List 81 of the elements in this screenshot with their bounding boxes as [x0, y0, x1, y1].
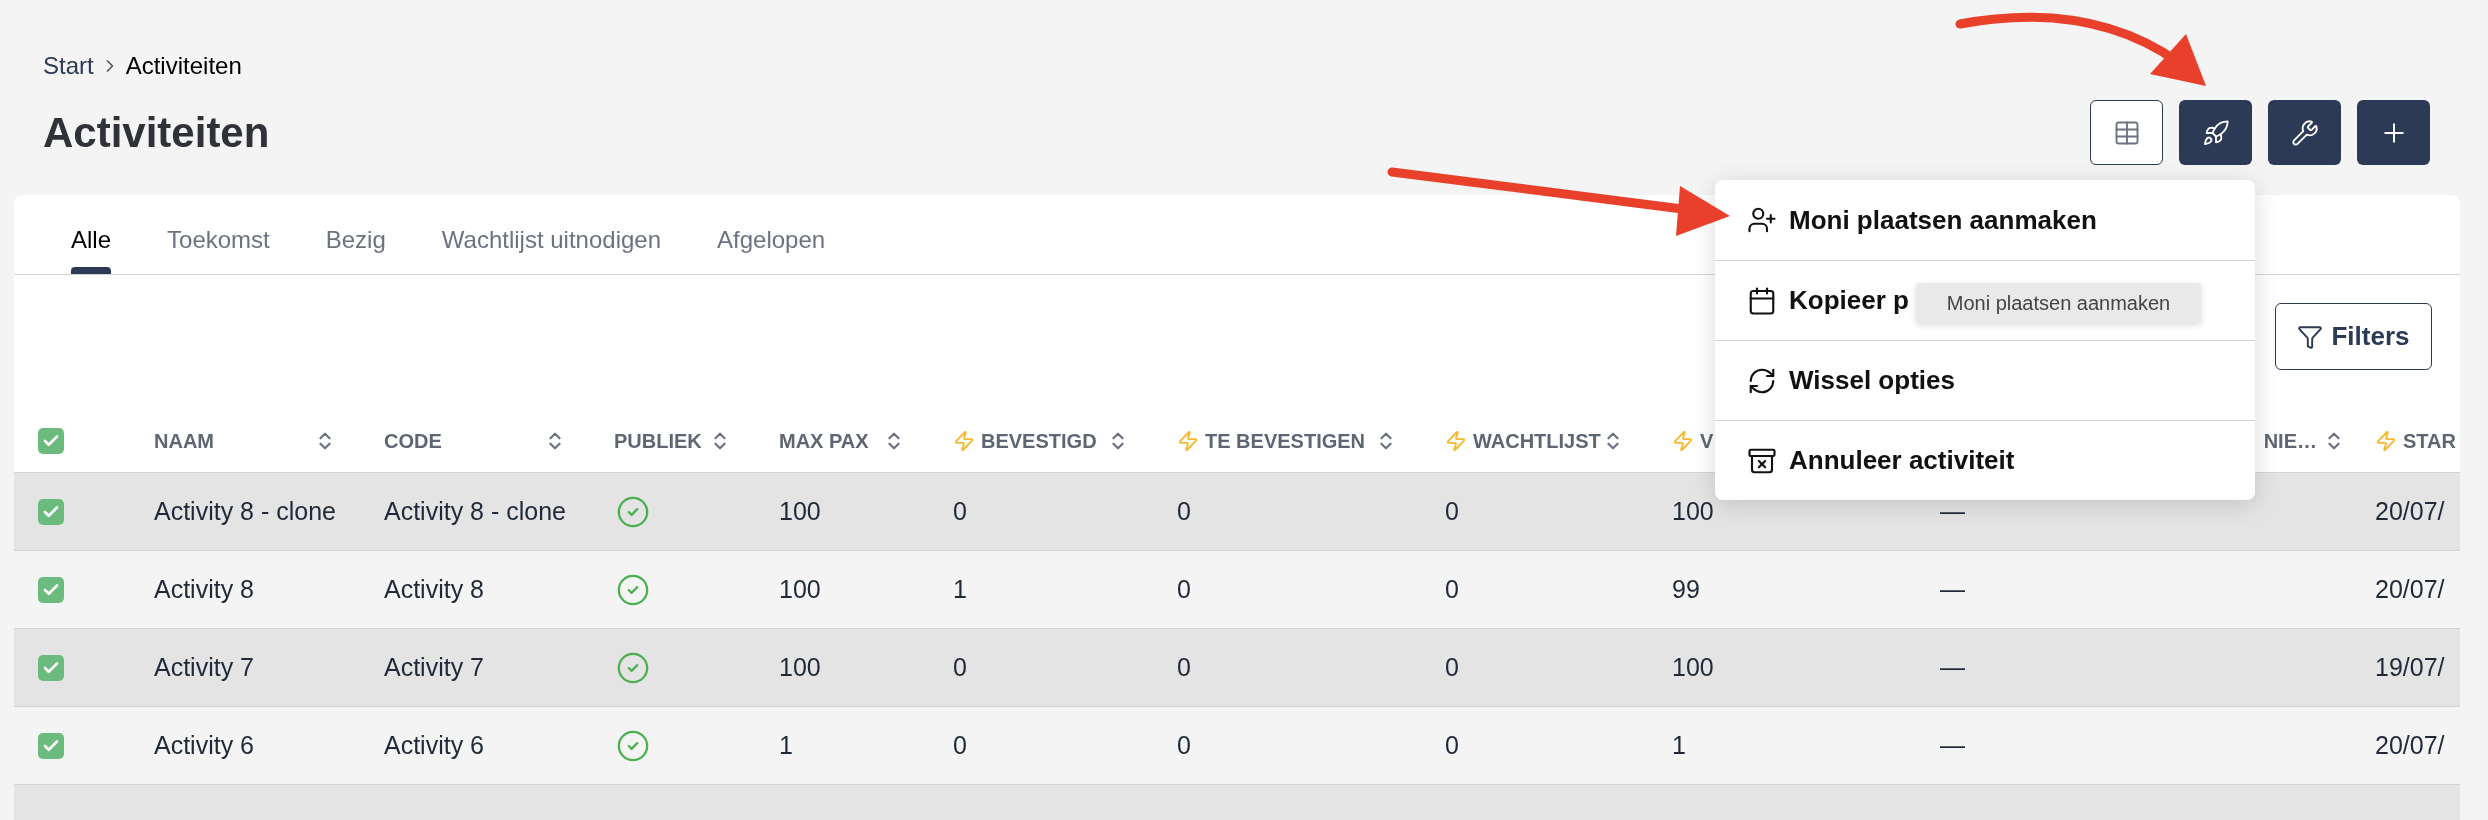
- table-cell: 100: [779, 496, 821, 525]
- column-header[interactable]: NAAM: [154, 426, 336, 456]
- table-cell: 0: [953, 652, 967, 681]
- table-cell: 0: [953, 496, 967, 525]
- menu-item[interactable]: Moni plaatsen aanmaken: [1715, 180, 2255, 260]
- page-title: Activiteiten: [43, 108, 270, 158]
- table-view-button[interactable]: [2090, 100, 2163, 165]
- wrench-icon: [2290, 118, 2319, 147]
- table-cell: 0: [1445, 574, 1459, 603]
- table-cell: Activity 8 - clone: [154, 496, 336, 525]
- lightning-icon: [1445, 430, 1467, 452]
- rocket-icon: [2201, 118, 2230, 147]
- tab[interactable]: Alle: [43, 200, 140, 274]
- column-header[interactable]: CODE: [384, 426, 566, 456]
- table-cell: 0: [1177, 574, 1191, 603]
- table-cell: 19/07/: [2375, 652, 2445, 681]
- lightning-icon: [2375, 430, 2397, 452]
- table-cell: 1: [1672, 730, 1686, 759]
- table-cell: 0: [1177, 496, 1191, 525]
- table-cell: 20/07/: [2375, 730, 2445, 759]
- column-header[interactable]: V: [1672, 426, 1714, 456]
- column-header[interactable]: STAR: [2375, 426, 2456, 456]
- checkbox[interactable]: [38, 498, 64, 525]
- tooltip: Moni plaatsen aanmaken: [1916, 283, 2201, 323]
- column-header[interactable]: WACHTLIJST: [1445, 426, 1624, 456]
- lightning-icon: [1177, 430, 1199, 452]
- table-cell: Activity 6: [384, 730, 485, 759]
- lightning-icon: [953, 430, 975, 452]
- table-cell: 100: [779, 652, 821, 681]
- table-row[interactable]: Activity 6 Activity 6 1 0 0 0 1 — 20/07/: [14, 706, 2460, 784]
- breadcrumb-current: Activiteiten: [125, 51, 242, 81]
- lightning-icon: [1672, 430, 1694, 452]
- calendar-icon: [1747, 285, 1777, 316]
- tab[interactable]: Wachtlijst uitnodigen: [413, 200, 689, 274]
- table-cell: 1: [779, 730, 793, 759]
- tab[interactable]: Afgelopen: [689, 200, 854, 274]
- filter-icon: [2297, 323, 2324, 350]
- table-cell: 100: [1672, 652, 1714, 681]
- breadcrumb-link[interactable]: Start: [43, 48, 94, 84]
- table-cell: Activity 7: [384, 652, 485, 681]
- table-cell: 0: [1445, 730, 1459, 759]
- filters-button[interactable]: Filters: [2275, 303, 2432, 370]
- user-plus-icon: [1747, 205, 1777, 235]
- tab[interactable]: Bezig: [297, 200, 414, 274]
- table-cell: —: [1940, 574, 1965, 603]
- table-cell: Activity 6: [154, 730, 255, 759]
- menu-item[interactable]: Annuleer activiteit: [1715, 420, 2255, 500]
- tools-button[interactable]: [2268, 100, 2341, 165]
- tab[interactable]: Toekomst: [139, 200, 298, 274]
- table-cell: 0: [1177, 652, 1191, 681]
- checkbox[interactable]: [38, 576, 64, 603]
- column-header[interactable]: TE BEVESTIGEN: [1177, 426, 1397, 456]
- table-cell: —: [1940, 730, 1965, 759]
- checkbox[interactable]: [38, 428, 64, 454]
- table-cell: 0: [1445, 496, 1459, 525]
- table-row[interactable]: Activity 8 Activity 8 100 1 0 0 99 — 20/07/: [14, 550, 2460, 628]
- checkbox[interactable]: [38, 654, 64, 681]
- checkbox[interactable]: [38, 732, 64, 759]
- rocket-button[interactable]: [2179, 100, 2252, 165]
- table-cell: Activity 8 - clone: [384, 496, 566, 525]
- table-cell: Activity 8: [384, 574, 485, 603]
- column-header[interactable]: PUBLIEK: [614, 426, 731, 456]
- table-cell: Activity 8: [154, 574, 255, 603]
- table-cell: 0: [953, 730, 967, 759]
- menu-item[interactable]: Wissel opties: [1715, 340, 2255, 420]
- column-header[interactable]: BEVESTIGD: [953, 426, 1129, 456]
- table-row[interactable]: Activity 8 - clone Activity 8 - clone 100 0 0 0 100 — 20/07/: [14, 472, 2460, 550]
- table-cell: 20/07/: [2375, 574, 2445, 603]
- table-cell: 100: [779, 574, 821, 603]
- column-header[interactable]: MAX PAX: [779, 426, 905, 456]
- table-cell: 99: [1672, 574, 1700, 603]
- table-cell: Activity 7: [154, 652, 255, 681]
- table-cell: 100: [1672, 496, 1714, 525]
- table-cell: 20/07/: [2375, 496, 2445, 525]
- table-row[interactable]: Activity 7 Activity 7 100 0 0 0 100 — 19/07/: [14, 628, 2460, 706]
- column-header[interactable]: NIE…: [2263, 426, 2345, 456]
- table-cell: 1: [953, 574, 967, 603]
- table-cell: 0: [1177, 730, 1191, 759]
- table-cell: —: [1940, 652, 1965, 681]
- add-button[interactable]: [2357, 100, 2430, 165]
- table-cell: 0: [1445, 652, 1459, 681]
